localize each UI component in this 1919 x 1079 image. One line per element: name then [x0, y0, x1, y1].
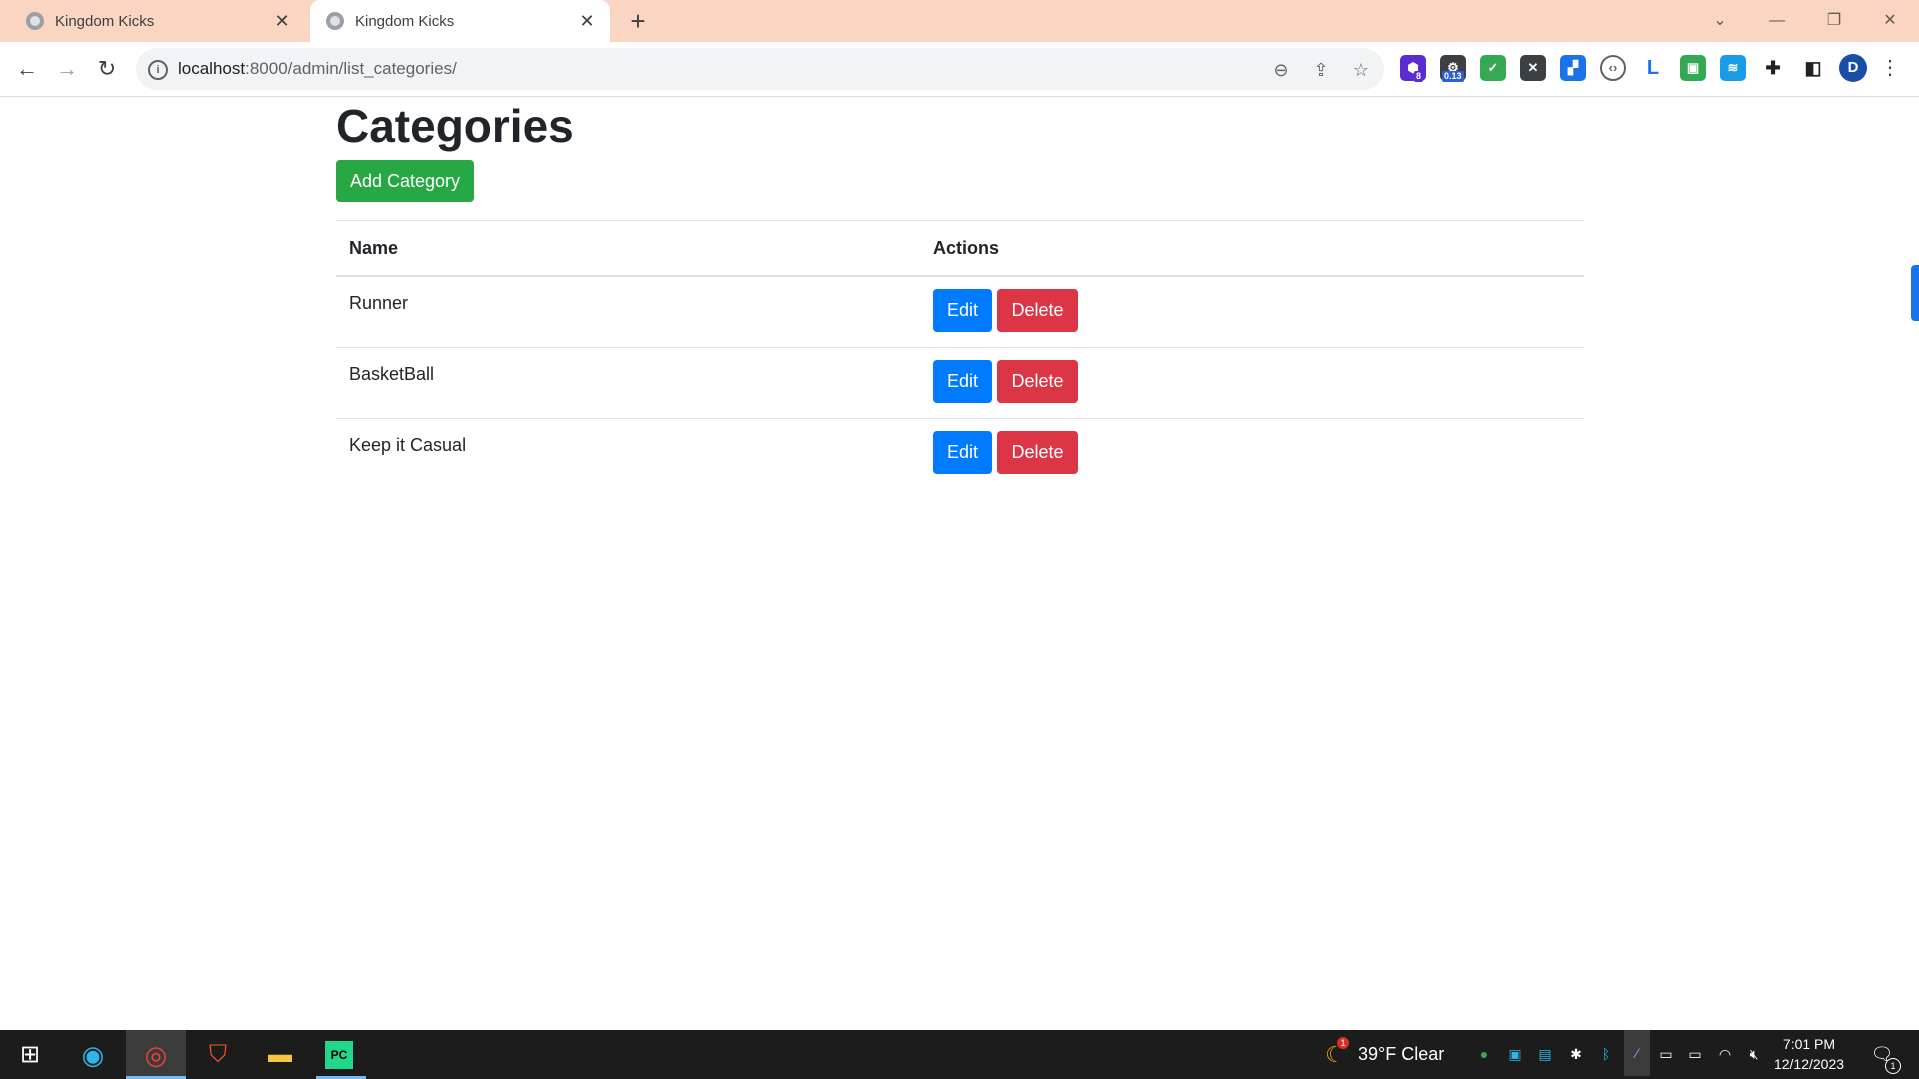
extension-code-icon[interactable]: ‹›	[1600, 55, 1626, 81]
add-category-button[interactable]: Add Category	[336, 160, 474, 202]
chrome-browser-icon[interactable]: ◎	[139, 1038, 173, 1072]
tray-sync-icon[interactable]: ▣	[1505, 1044, 1525, 1064]
side-panel-edge-tab[interactable]	[1911, 265, 1919, 321]
address-bar[interactable]: i localhost:8000/admin/list_categories/ …	[136, 48, 1384, 90]
extension-blue-square-icon[interactable]: ▞	[1560, 55, 1586, 81]
tray-volume-muted-icon[interactable]: 🔇︎	[1744, 1044, 1764, 1064]
tray-meet-icon[interactable]: ▭	[1656, 1044, 1676, 1064]
windows-taskbar: ⊞ ◉ ◎ ⛉ ▬ PC ☾ 1 39°F Clear ● ▣ ▤ ✱ ᛒ ⁄ …	[0, 1030, 1919, 1079]
category-name: Runner	[349, 293, 409, 313]
delete-button[interactable]: Delete	[997, 289, 1078, 332]
tray-monitor-icon[interactable]: ▤	[1535, 1044, 1555, 1064]
back-arrow-icon[interactable]: ←	[10, 52, 44, 86]
edge-browser-icon[interactable]: ◉	[76, 1038, 110, 1072]
browser-tab-1[interactable]: Kingdom Kicks ✕	[0, 0, 305, 42]
edit-button[interactable]: Edit	[933, 360, 992, 403]
browser-tab-strip: Kingdom Kicks ✕ Kingdom Kicks ✕ + ⌄ — ❐ …	[0, 0, 1919, 42]
tab-title: Kingdom Kicks	[355, 12, 455, 30]
profile-avatar[interactable]: D	[1839, 54, 1867, 82]
new-tab-plus-icon[interactable]: +	[622, 5, 654, 37]
globe-favicon-icon	[26, 12, 44, 30]
column-header-actions: Actions	[920, 220, 1584, 277]
restore-window-icon[interactable]: ❐	[1814, 6, 1854, 36]
brave-browser-icon[interactable]: ⛉	[201, 1038, 235, 1072]
table-row: Runner Edit Delete	[336, 276, 1584, 348]
zoom-icon[interactable]: ⊖	[1268, 57, 1294, 83]
page-title: Categories	[336, 100, 574, 152]
windows-start-icon[interactable]: ⊞	[13, 1038, 47, 1072]
tray-bluetooth-icon[interactable]: ᛒ	[1596, 1044, 1616, 1064]
minimize-window-icon[interactable]: —	[1757, 6, 1797, 36]
category-name: Keep it Casual	[336, 418, 920, 489]
address-url[interactable]: localhost:8000/admin/list_categories/	[178, 59, 457, 79]
category-name: BasketBall	[336, 347, 920, 419]
extension-brave-shield-icon[interactable]: ✕	[1520, 55, 1546, 81]
actions-cell: Edit Delete	[920, 276, 1584, 348]
browser-menu-kebab-icon[interactable]: ⋮	[1880, 54, 1900, 82]
extension-robot-icon[interactable]: ⚙ 0.13	[1440, 55, 1466, 82]
weather-text[interactable]: 39°F Clear	[1358, 1044, 1444, 1065]
site-info-icon[interactable]: i	[148, 60, 168, 80]
delete-button[interactable]: Delete	[997, 431, 1078, 474]
tray-slack-icon[interactable]: ✱	[1566, 1044, 1586, 1064]
tray-battery-icon[interactable]: ▭	[1685, 1044, 1705, 1064]
extension-l-icon[interactable]: L	[1640, 55, 1666, 81]
weather-alert-badge: 1	[1337, 1037, 1349, 1049]
clock-date: 12/12/2023	[1773, 1056, 1845, 1072]
table-row: Keep it Casual Edit Delete	[336, 418, 1584, 489]
categories-table: Name Actions Runner Edit Delete BasketBa…	[336, 220, 1584, 489]
extension-green-lock-icon[interactable]: ▣	[1680, 55, 1706, 81]
tray-pen-icon[interactable]: ⁄	[1624, 1030, 1650, 1076]
extension-blue-chat-icon[interactable]: ≋	[1720, 55, 1746, 81]
actions-cell: Edit Delete	[920, 418, 1584, 489]
share-icon[interactable]: ⇪	[1308, 57, 1334, 83]
close-tab-icon[interactable]: ✕	[576, 11, 598, 32]
file-explorer-icon[interactable]: ▬	[263, 1038, 297, 1072]
tray-security-icon[interactable]: ●	[1474, 1044, 1494, 1064]
tray-wifi-icon[interactable]: ◠	[1715, 1044, 1735, 1064]
edit-button[interactable]: Edit	[933, 289, 992, 332]
table-header-row: Name Actions	[336, 220, 1584, 277]
extension-hex-icon[interactable]: ⬢ 8	[1400, 55, 1426, 82]
tab-title: Kingdom Kicks	[55, 12, 155, 30]
extensions-puzzle-icon[interactable]: ✚	[1760, 55, 1786, 81]
tab-search-chevron-icon[interactable]: ⌄	[1700, 6, 1740, 36]
actions-cell: Edit Delete	[920, 347, 1584, 419]
table-row: BasketBall Edit Delete	[336, 347, 1584, 419]
taskbar-clock[interactable]: 7:01 PM 12/12/2023	[1766, 1034, 1852, 1074]
page-content: Categories Add Category Name Actions Run…	[0, 97, 1919, 1030]
close-window-icon[interactable]: ✕	[1870, 6, 1910, 36]
notification-count-badge: 1	[1885, 1058, 1901, 1074]
bookmark-star-icon[interactable]: ☆	[1348, 57, 1374, 83]
extension-green-shield-icon[interactable]: ✓	[1480, 55, 1506, 81]
column-header-name: Name	[336, 220, 920, 277]
clock-time: 7:01 PM	[1782, 1036, 1836, 1052]
forward-arrow-icon[interactable]: →	[50, 52, 84, 86]
side-panel-icon[interactable]: ◧	[1800, 55, 1826, 81]
close-tab-icon[interactable]: ✕	[271, 11, 293, 32]
edit-button[interactable]: Edit	[933, 431, 992, 474]
browser-toolbar: ← → ↻ i localhost:8000/admin/list_catego…	[0, 42, 1919, 97]
browser-tab-2-active[interactable]: Kingdom Kicks ✕	[310, 0, 610, 42]
reload-icon[interactable]: ↻	[90, 52, 124, 86]
delete-button[interactable]: Delete	[997, 360, 1078, 403]
globe-favicon-icon	[326, 12, 344, 30]
pycharm-icon[interactable]: PC	[325, 1041, 353, 1069]
